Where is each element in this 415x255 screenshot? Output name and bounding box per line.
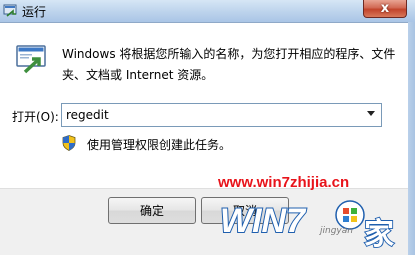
window-title: 运行 [22,5,47,19]
run-dialog: 运行 x Windows 将根据您所输入的名称，为您打开相应的程序、文件夹、文档… [0,0,415,255]
svg-text:WIN7: WIN7 [220,202,307,240]
title-bar[interactable]: 运行 x [0,0,415,23]
close-icon: x [380,1,390,16]
ok-button[interactable]: 确定 [108,197,196,224]
watermark-url: www.win7zhijia.cn [218,174,350,191]
watermark-subtext: jingyan [320,226,353,236]
svg-text:家: 家 [364,217,394,252]
dropdown-arrow-icon[interactable] [367,111,375,116]
command-input[interactable] [61,103,382,127]
window-frame-right [408,22,415,255]
watermark-logo: WIN7 家 [219,200,395,253]
dialog-body: Windows 将根据您所输入的名称，为您打开相应的程序、文件夹、文档或 Int… [0,23,408,188]
dialog-description: Windows 将根据您所输入的名称，为您打开相应的程序、文件夹、文档或 Int… [62,47,396,82]
run-dialog-icon [16,45,46,74]
admin-privilege-note: 使用管理权限创建此任务。 [87,138,232,152]
close-button[interactable]: x [363,0,407,18]
open-label: 打开(O): [12,110,59,124]
run-icon [3,4,17,17]
uac-shield-icon [62,135,76,151]
